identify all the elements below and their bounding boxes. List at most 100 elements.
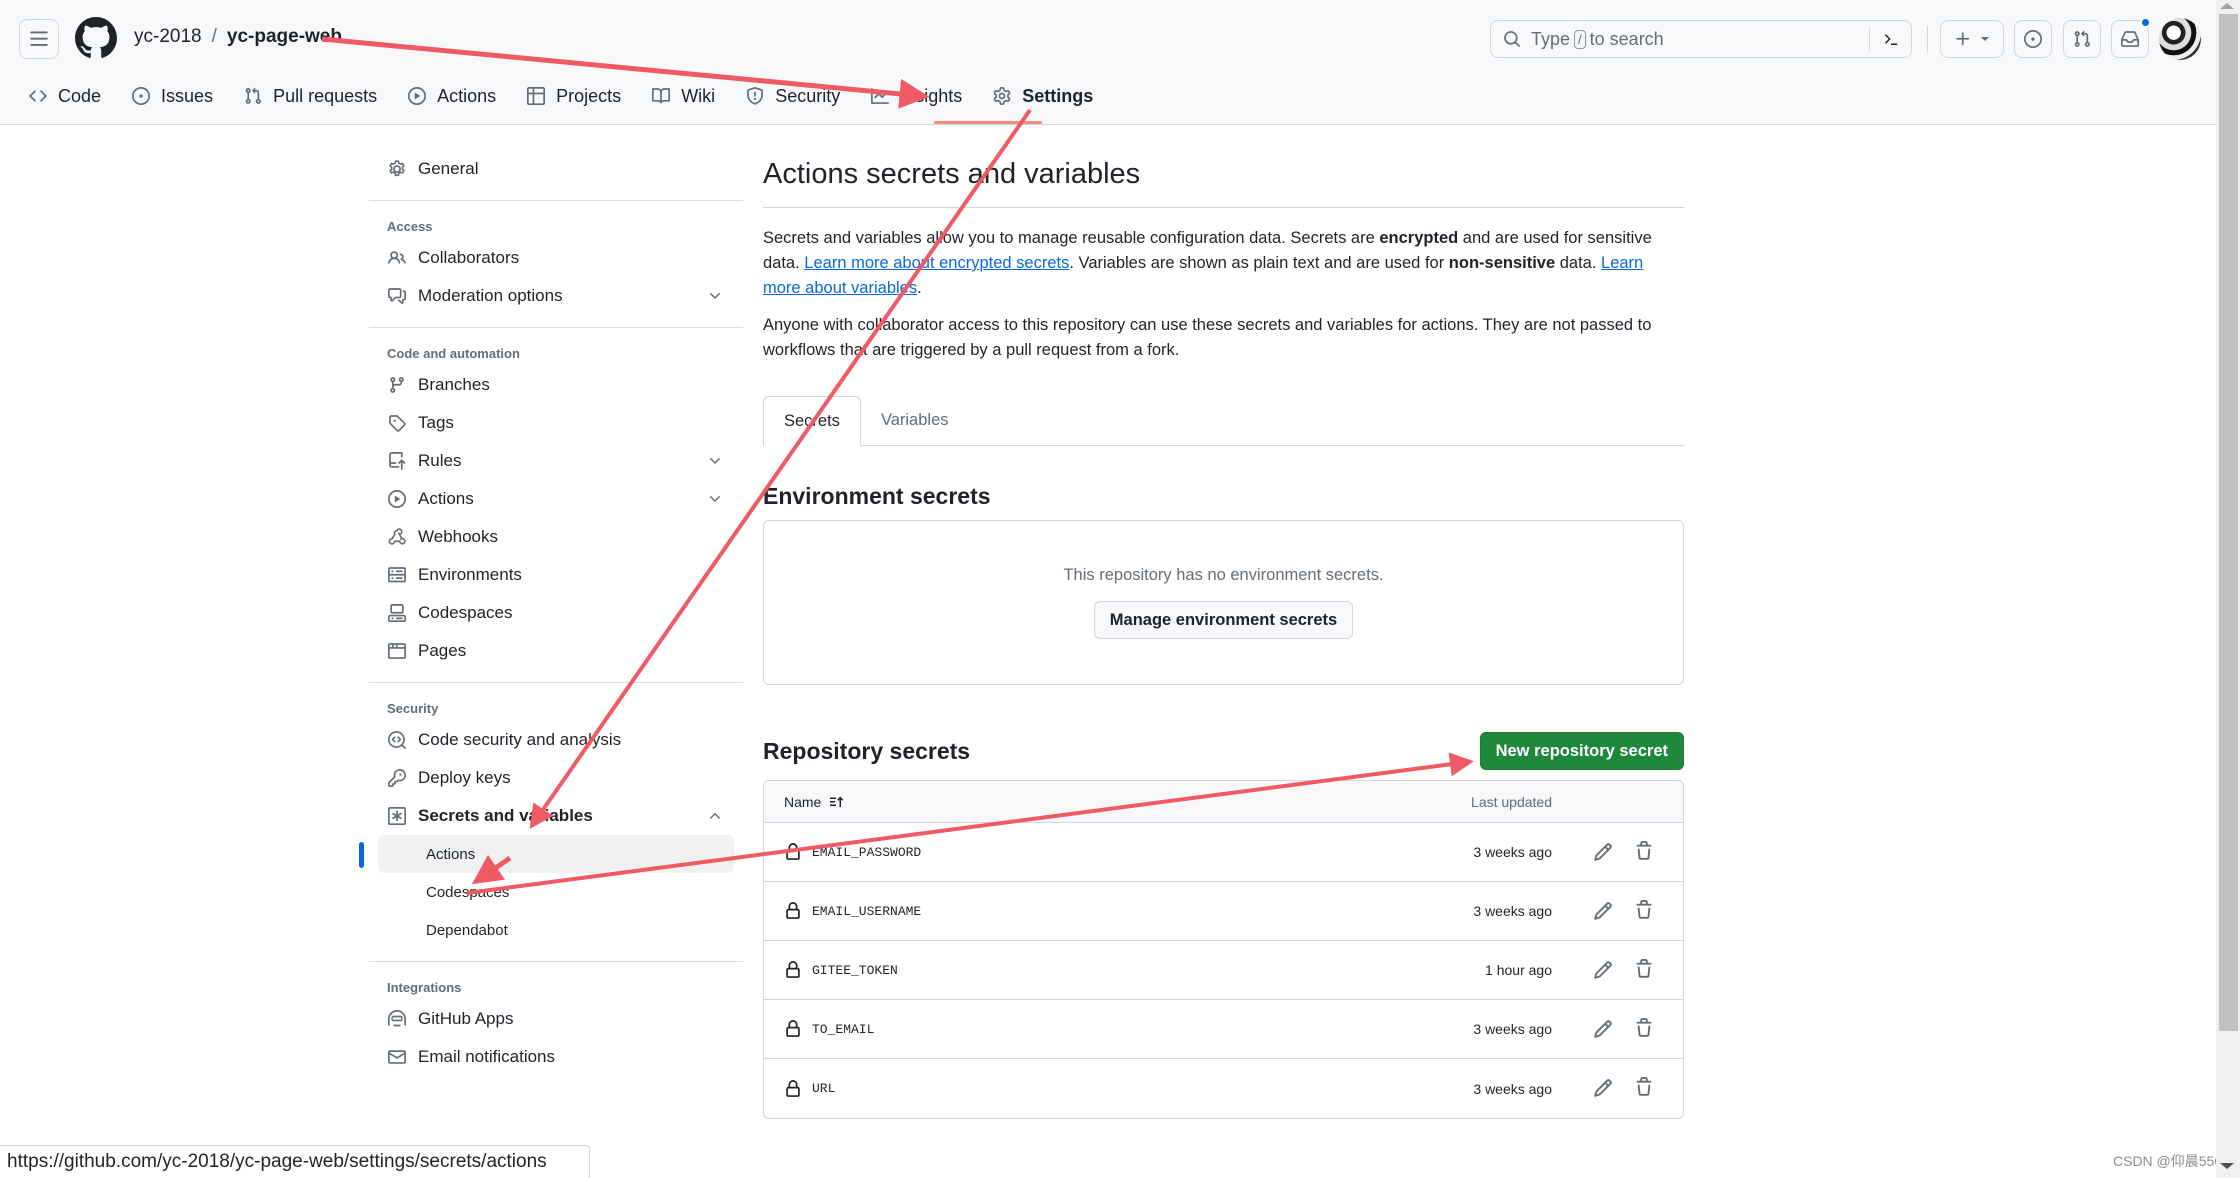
edit-secret-button[interactable] xyxy=(1593,960,1615,982)
search-input[interactable]: Type / to search xyxy=(1490,20,1912,58)
new-repository-secret-button[interactable]: New repository secret xyxy=(1479,732,1684,770)
pull-requests-button[interactable] xyxy=(2063,20,2101,58)
column-updated-header: Last updated xyxy=(1471,793,1552,810)
repo-link[interactable]: yc-page-web xyxy=(227,26,342,48)
active-indicator xyxy=(359,842,364,868)
delete-secret-button[interactable] xyxy=(1634,959,1656,981)
scroll-up-arrow-icon[interactable] xyxy=(2220,3,2234,9)
tab-variables[interactable]: Variables xyxy=(861,395,969,445)
column-name-header[interactable]: Name xyxy=(784,794,821,810)
tab-issues[interactable]: Issues xyxy=(131,80,213,112)
intro-emphasis: non-sensitive xyxy=(1448,254,1556,272)
sidebar-item-webhooks[interactable]: Webhooks xyxy=(369,518,743,556)
avatar[interactable] xyxy=(2159,18,2201,60)
scroll-down-arrow-icon[interactable] xyxy=(2220,1163,2234,1169)
tab-label: Pull requests xyxy=(273,85,378,106)
sidebar-item-moderation-options[interactable]: Moderation options xyxy=(369,277,743,315)
manage-environment-secrets-button[interactable]: Manage environment secrets xyxy=(1093,601,1354,639)
sidebar-item-collaborators[interactable]: Collaborators xyxy=(369,239,743,277)
link-status-bar: https://github.com/yc-2018/yc-page-web/s… xyxy=(0,1145,590,1178)
sidebar-item-environments[interactable]: Environments xyxy=(369,556,743,594)
tab-projects[interactable]: Projects xyxy=(526,80,621,112)
secret-last-updated: 3 weeks ago xyxy=(1473,1021,1552,1037)
issues-button[interactable] xyxy=(2014,20,2052,58)
tab-settings[interactable]: Settings xyxy=(992,80,1093,112)
intro-paragraph: Secrets and variables allow you to manag… xyxy=(763,226,1684,301)
delete-secret-button[interactable] xyxy=(1634,841,1656,863)
sidebar-item-code-security[interactable]: Code security and analysis xyxy=(369,721,743,759)
sidebar-item-pages[interactable]: Pages xyxy=(369,632,743,670)
secret-name: EMAIL_PASSWORD xyxy=(812,844,922,860)
menu-button[interactable] xyxy=(19,19,59,59)
sidebar-item-label: General xyxy=(418,159,479,178)
tab-wiki[interactable]: Wiki xyxy=(651,80,715,112)
trash-icon xyxy=(1636,1077,1652,1096)
breadcrumb: yc-2018 / yc-page-web xyxy=(134,26,342,48)
search-placeholder-prefix: Type xyxy=(1531,28,1571,49)
play-icon xyxy=(408,87,427,105)
delete-secret-button[interactable] xyxy=(1634,900,1656,922)
sidebar-item-tags[interactable]: Tags xyxy=(369,404,743,442)
repo-push-icon xyxy=(389,452,406,470)
github-logo-icon[interactable] xyxy=(75,17,117,59)
learn-more-secrets-link[interactable]: Learn more about encrypted secrets xyxy=(804,254,1069,272)
sidebar-item-deploy-keys[interactable]: Deploy keys xyxy=(369,759,743,797)
tab-security[interactable]: Security xyxy=(745,80,840,112)
settings-sidebar: General Access Collaborators Moderation … xyxy=(359,150,743,1076)
sidebar-subitem-dependabot[interactable]: Dependabot xyxy=(378,911,734,949)
sidebar-group-integrations: Integrations xyxy=(387,979,462,995)
sidebar-item-rules[interactable]: Rules xyxy=(369,442,743,480)
sidebar-group-code-automation: Code and automation xyxy=(387,345,520,361)
secret-name: EMAIL_USERNAME xyxy=(812,903,922,919)
watermark: CSDN @仰晨556 xyxy=(2113,1153,2223,1169)
sidebar-item-branches[interactable]: Branches xyxy=(369,366,743,404)
chevron-down-icon xyxy=(710,293,720,299)
sidebar-item-label: Tags xyxy=(418,413,454,432)
sidebar-item-label: Deploy keys xyxy=(418,768,511,787)
breadcrumb-separator: / xyxy=(211,26,217,47)
sidebar-subitem-codespaces[interactable]: Codespaces xyxy=(378,873,734,911)
asterisk-box-icon xyxy=(388,807,406,825)
sidebar-item-label: Codespaces xyxy=(426,883,510,901)
lock-icon xyxy=(786,843,800,860)
tab-pull-requests[interactable]: Pull requests xyxy=(243,80,377,112)
intro-text: data. xyxy=(1555,254,1602,272)
edit-secret-button[interactable] xyxy=(1593,901,1615,923)
delete-secret-button[interactable] xyxy=(1634,1077,1656,1099)
pencil-icon xyxy=(1594,1020,1612,1038)
scrollbar-thumb[interactable] xyxy=(2219,14,2238,1031)
sidebar-item-secrets-and-variables[interactable]: Secrets and variables xyxy=(369,797,743,835)
edit-secret-button[interactable] xyxy=(1593,842,1615,864)
table-icon xyxy=(527,87,546,105)
title-divider xyxy=(763,207,1684,208)
create-new-button[interactable] xyxy=(1940,20,2004,58)
sidebar-item-email-notifications[interactable]: Email notifications xyxy=(369,1038,743,1076)
comment-discussion-icon xyxy=(388,288,406,304)
command-palette-button[interactable] xyxy=(1869,27,1911,51)
tab-label: Wiki xyxy=(681,85,716,106)
tab-insights[interactable]: Insights xyxy=(870,80,962,112)
sidebar-subitem-actions[interactable]: Actions xyxy=(359,835,734,873)
edit-secret-button[interactable] xyxy=(1593,1019,1615,1041)
tab-code[interactable]: Code xyxy=(28,80,101,112)
header-divider xyxy=(1927,26,1928,52)
tab-actions[interactable]: Actions xyxy=(407,80,496,112)
lock-icon xyxy=(786,1079,800,1097)
sidebar-item-codespaces[interactable]: Codespaces xyxy=(369,594,743,632)
edit-secret-button[interactable] xyxy=(1593,1078,1615,1100)
tab-label: Insights xyxy=(900,85,963,106)
sidebar-item-github-apps[interactable]: GitHub Apps xyxy=(369,1000,743,1038)
sidebar-item-label: Environments xyxy=(418,565,522,584)
tab-secrets[interactable]: Secrets xyxy=(763,396,861,446)
sidebar-item-actions[interactable]: Actions xyxy=(369,480,743,518)
delete-secret-button[interactable] xyxy=(1634,1018,1656,1040)
collaborator-note: Anyone with collaborator access to this … xyxy=(763,316,1652,359)
sort-ascending-icon[interactable] xyxy=(829,794,845,810)
trash-icon xyxy=(1636,841,1652,860)
sidebar-item-label: Code security and analysis xyxy=(418,730,622,749)
codescan-icon xyxy=(388,731,406,749)
table-row: GITEE_TOKEN 1 hour ago xyxy=(764,941,1683,1000)
owner-link[interactable]: yc-2018 xyxy=(134,26,202,48)
table-row: EMAIL_PASSWORD 3 weeks ago xyxy=(764,823,1683,882)
sidebar-item-general[interactable]: General xyxy=(369,150,743,188)
